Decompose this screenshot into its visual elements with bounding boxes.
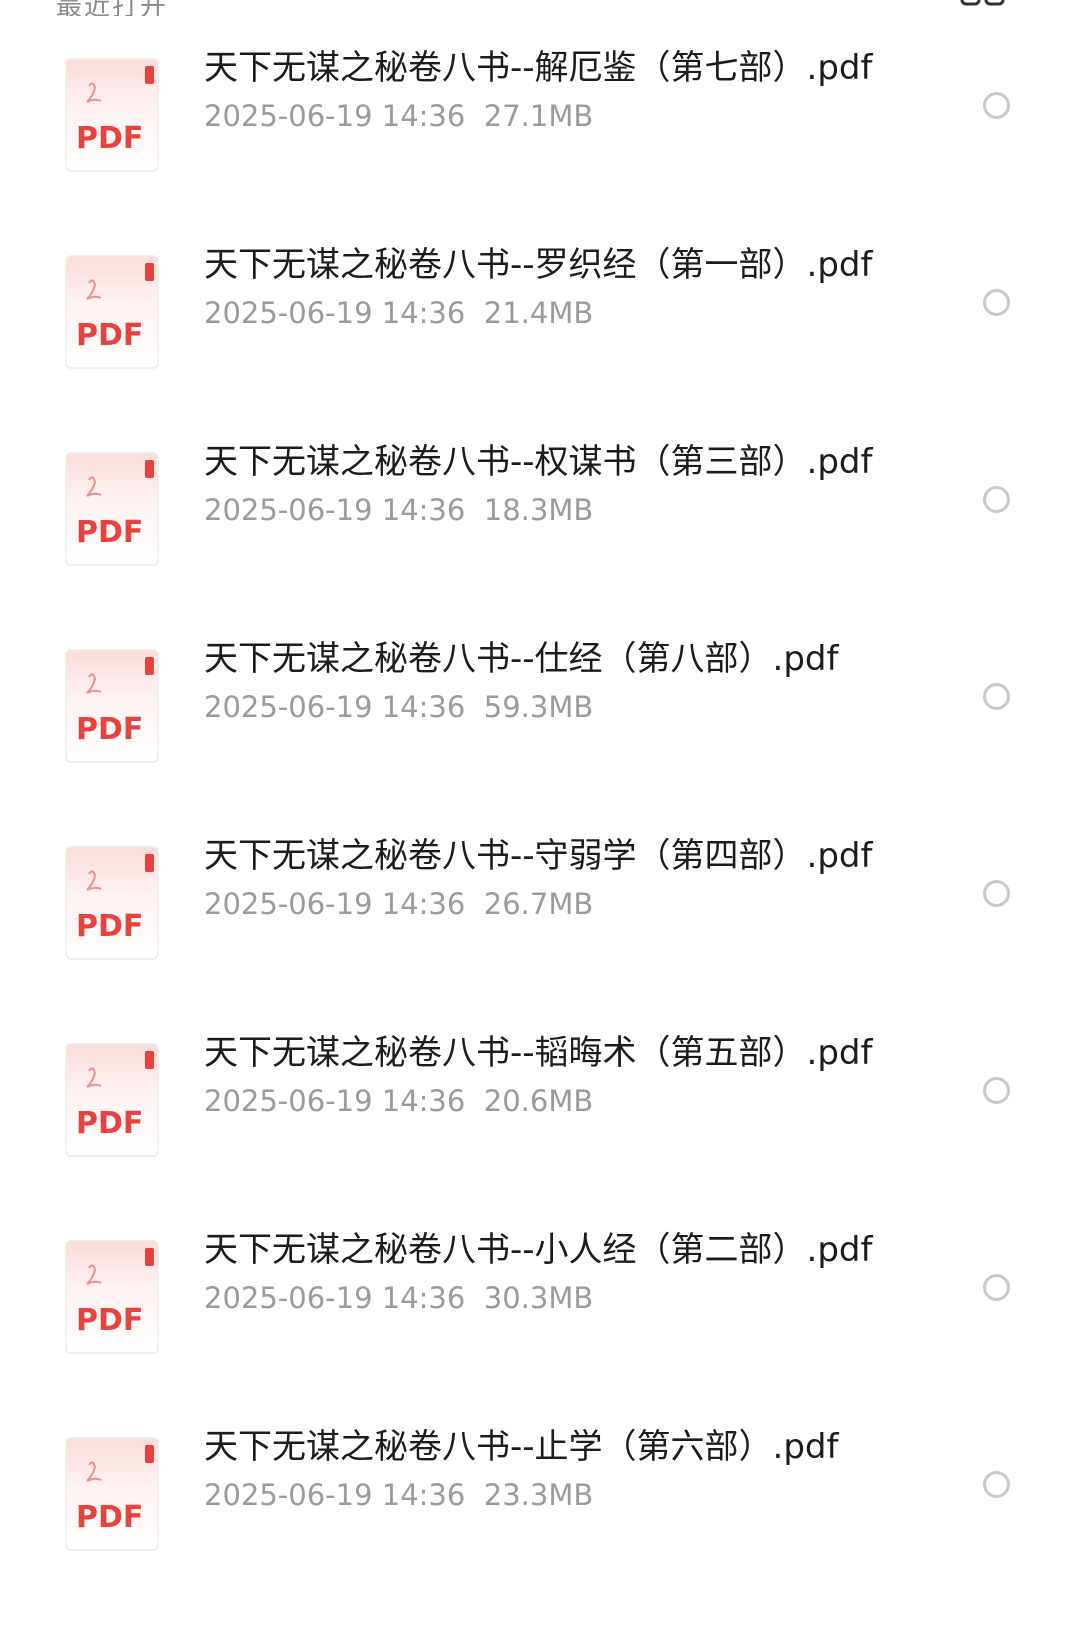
file-size: 18.3MB <box>483 493 594 527</box>
file-meta: 2025-06-19 14:36 23.3MB <box>204 1474 894 1516</box>
pdf-label: PDF <box>76 1303 143 1338</box>
file-meta: 2025-06-19 14:36 30.3MB <box>204 1277 894 1319</box>
file-date: 2025-06-19 14:36 <box>204 1478 466 1512</box>
pdf-file-icon: PDF <box>65 255 159 369</box>
file-text-block: 天下无谋之秘卷八书--仕经（第八部）.pdf 2025-06-19 14:36 … <box>204 635 894 728</box>
file-date: 2025-06-19 14:36 <box>204 887 466 921</box>
file-name: 天下无谋之秘卷八书--权谋书（第三部）.pdf <box>204 442 873 482</box>
file-date: 2025-06-19 14:36 <box>204 1281 466 1315</box>
file-meta: 2025-06-19 14:36 21.4MB <box>204 292 894 334</box>
pdf-label: PDF <box>76 121 143 156</box>
select-radio[interactable] <box>983 1471 1010 1498</box>
file-name: 天下无谋之秘卷八书--止学（第六部）.pdf <box>204 1427 839 1467</box>
file-size: 21.4MB <box>483 296 594 330</box>
file-text-block: 天下无谋之秘卷八书--守弱学（第四部）.pdf 2025-06-19 14:36… <box>204 832 894 925</box>
file-list-item[interactable]: PDF 天下无谋之秘卷八书--权谋书（第三部）.pdf 2025-06-19 1… <box>0 430 1080 637</box>
pdf-label: PDF <box>76 909 143 944</box>
file-size: 26.7MB <box>483 887 594 921</box>
file-name: 天下无谋之秘卷八书--解厄鉴（第七部）.pdf <box>204 48 873 88</box>
pdf-file-icon: PDF <box>65 846 159 960</box>
top-bar: 最近打开 <box>0 0 1080 16</box>
select-radio[interactable] <box>983 683 1010 710</box>
file-text-block: 天下无谋之秘卷八书--止学（第六部）.pdf 2025-06-19 14:36 … <box>204 1423 894 1516</box>
pdf-label: PDF <box>76 1106 143 1141</box>
file-text-block: 天下无谋之秘卷八书--韬晦术（第五部）.pdf 2025-06-19 14:36… <box>204 1029 894 1122</box>
section-title-partial: 最近打开 <box>56 0 169 16</box>
file-size: 30.3MB <box>483 1281 594 1315</box>
pdf-label: PDF <box>76 318 143 353</box>
file-list-item[interactable]: PDF 天下无谋之秘卷八书--止学（第六部）.pdf 2025-06-19 14… <box>0 1415 1080 1622</box>
file-name: 天下无谋之秘卷八书--小人经（第二部）.pdf <box>204 1230 873 1270</box>
file-name: 天下无谋之秘卷八书--仕经（第八部）.pdf <box>204 639 839 679</box>
select-radio[interactable] <box>983 880 1010 907</box>
pdf-label: PDF <box>76 1500 143 1535</box>
file-list-item[interactable]: PDF 天下无谋之秘卷八书--小人经（第二部）.pdf 2025-06-19 1… <box>0 1218 1080 1425</box>
file-list-item[interactable]: PDF 天下无谋之秘卷八书--罗织经（第一部）.pdf 2025-06-19 1… <box>0 233 1080 440</box>
file-date: 2025-06-19 14:36 <box>204 296 466 330</box>
file-list-item[interactable]: PDF 天下无谋之秘卷八书--仕经（第八部）.pdf 2025-06-19 14… <box>0 627 1080 834</box>
pdf-label: PDF <box>76 712 143 747</box>
file-meta: 2025-06-19 14:36 59.3MB <box>204 686 894 728</box>
file-date: 2025-06-19 14:36 <box>204 493 466 527</box>
pdf-file-icon: PDF <box>65 1240 159 1354</box>
file-text-block: 天下无谋之秘卷八书--权谋书（第三部）.pdf 2025-06-19 14:36… <box>204 438 894 531</box>
file-text-block: 天下无谋之秘卷八书--解厄鉴（第七部）.pdf 2025-06-19 14:36… <box>204 44 894 137</box>
select-radio[interactable] <box>983 1274 1010 1301</box>
file-meta: 2025-06-19 14:36 27.1MB <box>204 95 894 137</box>
file-text-block: 天下无谋之秘卷八书--罗织经（第一部）.pdf 2025-06-19 14:36… <box>204 241 894 334</box>
file-meta: 2025-06-19 14:36 26.7MB <box>204 883 894 925</box>
pdf-file-icon: PDF <box>65 1043 159 1157</box>
file-date: 2025-06-19 14:36 <box>204 690 466 724</box>
file-meta: 2025-06-19 14:36 18.3MB <box>204 489 894 531</box>
grid-view-icon[interactable] <box>960 0 1006 10</box>
file-meta: 2025-06-19 14:36 20.6MB <box>204 1080 894 1122</box>
file-name: 天下无谋之秘卷八书--守弱学（第四部）.pdf <box>204 836 873 876</box>
file-date: 2025-06-19 14:36 <box>204 1084 466 1118</box>
file-date: 2025-06-19 14:36 <box>204 99 466 133</box>
file-name: 天下无谋之秘卷八书--韬晦术（第五部）.pdf <box>204 1033 873 1073</box>
file-size: 23.3MB <box>483 1478 594 1512</box>
select-radio[interactable] <box>983 486 1010 513</box>
file-size: 59.3MB <box>483 690 594 724</box>
pdf-file-icon: PDF <box>65 58 159 172</box>
file-text-block: 天下无谋之秘卷八书--小人经（第二部）.pdf 2025-06-19 14:36… <box>204 1226 894 1319</box>
file-size: 27.1MB <box>483 99 594 133</box>
pdf-file-icon: PDF <box>65 1437 159 1551</box>
select-radio[interactable] <box>983 1077 1010 1104</box>
select-radio[interactable] <box>983 289 1010 316</box>
file-list-item[interactable]: PDF 天下无谋之秘卷八书--守弱学（第四部）.pdf 2025-06-19 1… <box>0 824 1080 1031</box>
pdf-file-icon: PDF <box>65 452 159 566</box>
select-radio[interactable] <box>983 92 1010 119</box>
pdf-label: PDF <box>76 515 143 550</box>
file-size: 20.6MB <box>483 1084 594 1118</box>
pdf-file-icon: PDF <box>65 649 159 763</box>
file-list-item[interactable]: PDF 天下无谋之秘卷八书--韬晦术（第五部）.pdf 2025-06-19 1… <box>0 1021 1080 1228</box>
file-name: 天下无谋之秘卷八书--罗织经（第一部）.pdf <box>204 245 873 285</box>
file-list-item[interactable]: PDF 天下无谋之秘卷八书--解厄鉴（第七部）.pdf 2025-06-19 1… <box>0 36 1080 243</box>
